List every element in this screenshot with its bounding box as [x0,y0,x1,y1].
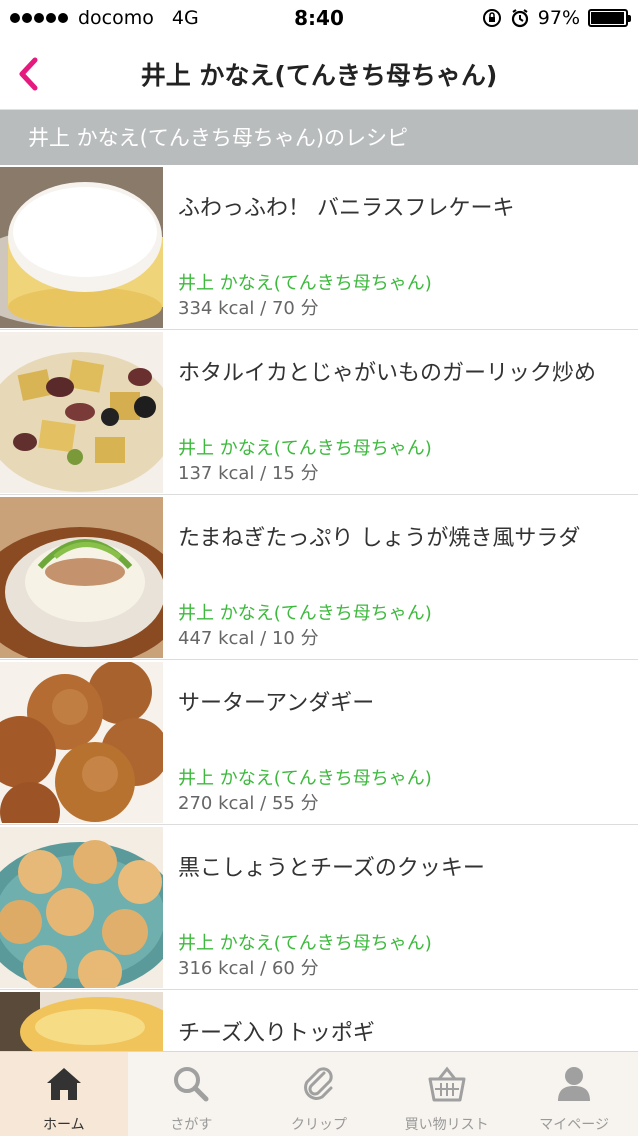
tab-label: 買い物リスト [404,1117,489,1133]
chevron-left-icon [19,57,38,91]
rotation-lock-icon [482,9,501,27]
recipe-row[interactable]: ふわっふわ！ バニラスフレケーキ 井上 かなえ(てんきち母ちゃん) 334 kc… [0,165,638,330]
tab-clip[interactable]: クリップ [255,1052,383,1136]
recipe-title: 黒こしょうとチーズのクッキー [178,856,485,881]
status-right: 97% [482,7,631,29]
recipe-author[interactable]: 井上 かなえ(てんきち母ちゃん) [178,764,432,790]
recipe-title: チーズ入りトッポギ [178,1021,375,1046]
tab-search[interactable]: さがす [128,1052,256,1136]
recipe-title: ふわっふわ！ バニラスフレケーキ [178,196,515,221]
tab-label: マイページ [539,1117,610,1133]
battery-icon [588,9,631,27]
recipe-row[interactable]: ホタルイカとじゃがいものガーリック炒め 井上 かなえ(てんきち母ちゃん) 137… [0,330,638,495]
person-icon [554,1064,594,1104]
recipe-title: ホタルイカとじゃがいものガーリック炒め [178,361,597,386]
recipe-row[interactable]: サーターアンダギー 井上 かなえ(てんきち母ちゃん) 270 kcal / 55… [0,660,638,825]
recipe-author[interactable]: 井上 かなえ(てんきち母ちゃん) [178,599,432,625]
recipe-row[interactable]: 黒こしょうとチーズのクッキー 井上 かなえ(てんきち母ちゃん) 316 kcal… [0,825,638,990]
battery-percent: 97% [537,7,580,29]
recipe-thumbnail [0,167,163,328]
page-title: 井上 かなえ(てんきち母ちゃん) [140,61,498,90]
search-icon [171,1064,211,1104]
recipe-author[interactable]: 井上 かなえ(てんきち母ちゃん) [178,434,432,460]
recipe-row[interactable]: チーズ入りトッポギ [0,990,638,1051]
tab-label: ホーム [43,1117,85,1133]
recipe-author[interactable]: 井上 かなえ(てんきち母ちゃん) [178,929,432,955]
nav-bar: 井上 かなえ(てんきち母ちゃん) [0,38,638,110]
recipe-meta: 447 kcal / 10 分 [178,628,319,649]
recipe-row[interactable]: たまねぎたっぷり しょうが焼き風サラダ 井上 かなえ(てんきち母ちゃん) 447… [0,495,638,660]
status-bar: docomo 4G 8:40 97% [0,0,638,38]
recipe-thumbnail [0,332,163,493]
tab-mypage[interactable]: マイページ [510,1052,638,1136]
tab-label: さがす [170,1117,213,1133]
alarm-icon [511,9,528,28]
section-header: 井上 かなえ(てんきち母ちゃん)のレシピ [0,110,638,165]
recipe-meta: 270 kcal / 55 分 [178,793,319,814]
recipe-thumbnail [0,497,163,658]
recipe-meta: 137 kcal / 15 分 [178,463,319,484]
recipe-list[interactable]: ふわっふわ！ バニラスフレケーキ 井上 かなえ(てんきち母ちゃん) 334 kc… [0,165,638,1051]
recipe-title: たまねぎたっぷり しょうが焼き風サラダ [178,526,581,551]
recipe-thumbnail [0,827,163,988]
recipe-thumbnail [0,992,163,1051]
tab-shopping-list[interactable]: 買い物リスト [383,1052,511,1136]
basket-icon [427,1064,467,1104]
recipe-thumbnail [0,662,163,823]
tab-home[interactable]: ホーム [0,1052,128,1136]
back-button[interactable] [8,50,48,98]
recipe-meta: 334 kcal / 70 分 [178,298,319,319]
recipe-meta: 316 kcal / 60 分 [178,958,319,979]
tab-bar: ホーム さがす クリップ 買い物リスト マイページ [0,1051,638,1136]
paperclip-icon [299,1064,339,1104]
home-icon [44,1064,84,1104]
recipe-title: サーターアンダギー [178,691,375,716]
recipe-author[interactable]: 井上 かなえ(てんきち母ちゃん) [178,269,432,295]
tab-label: クリップ [290,1117,347,1133]
